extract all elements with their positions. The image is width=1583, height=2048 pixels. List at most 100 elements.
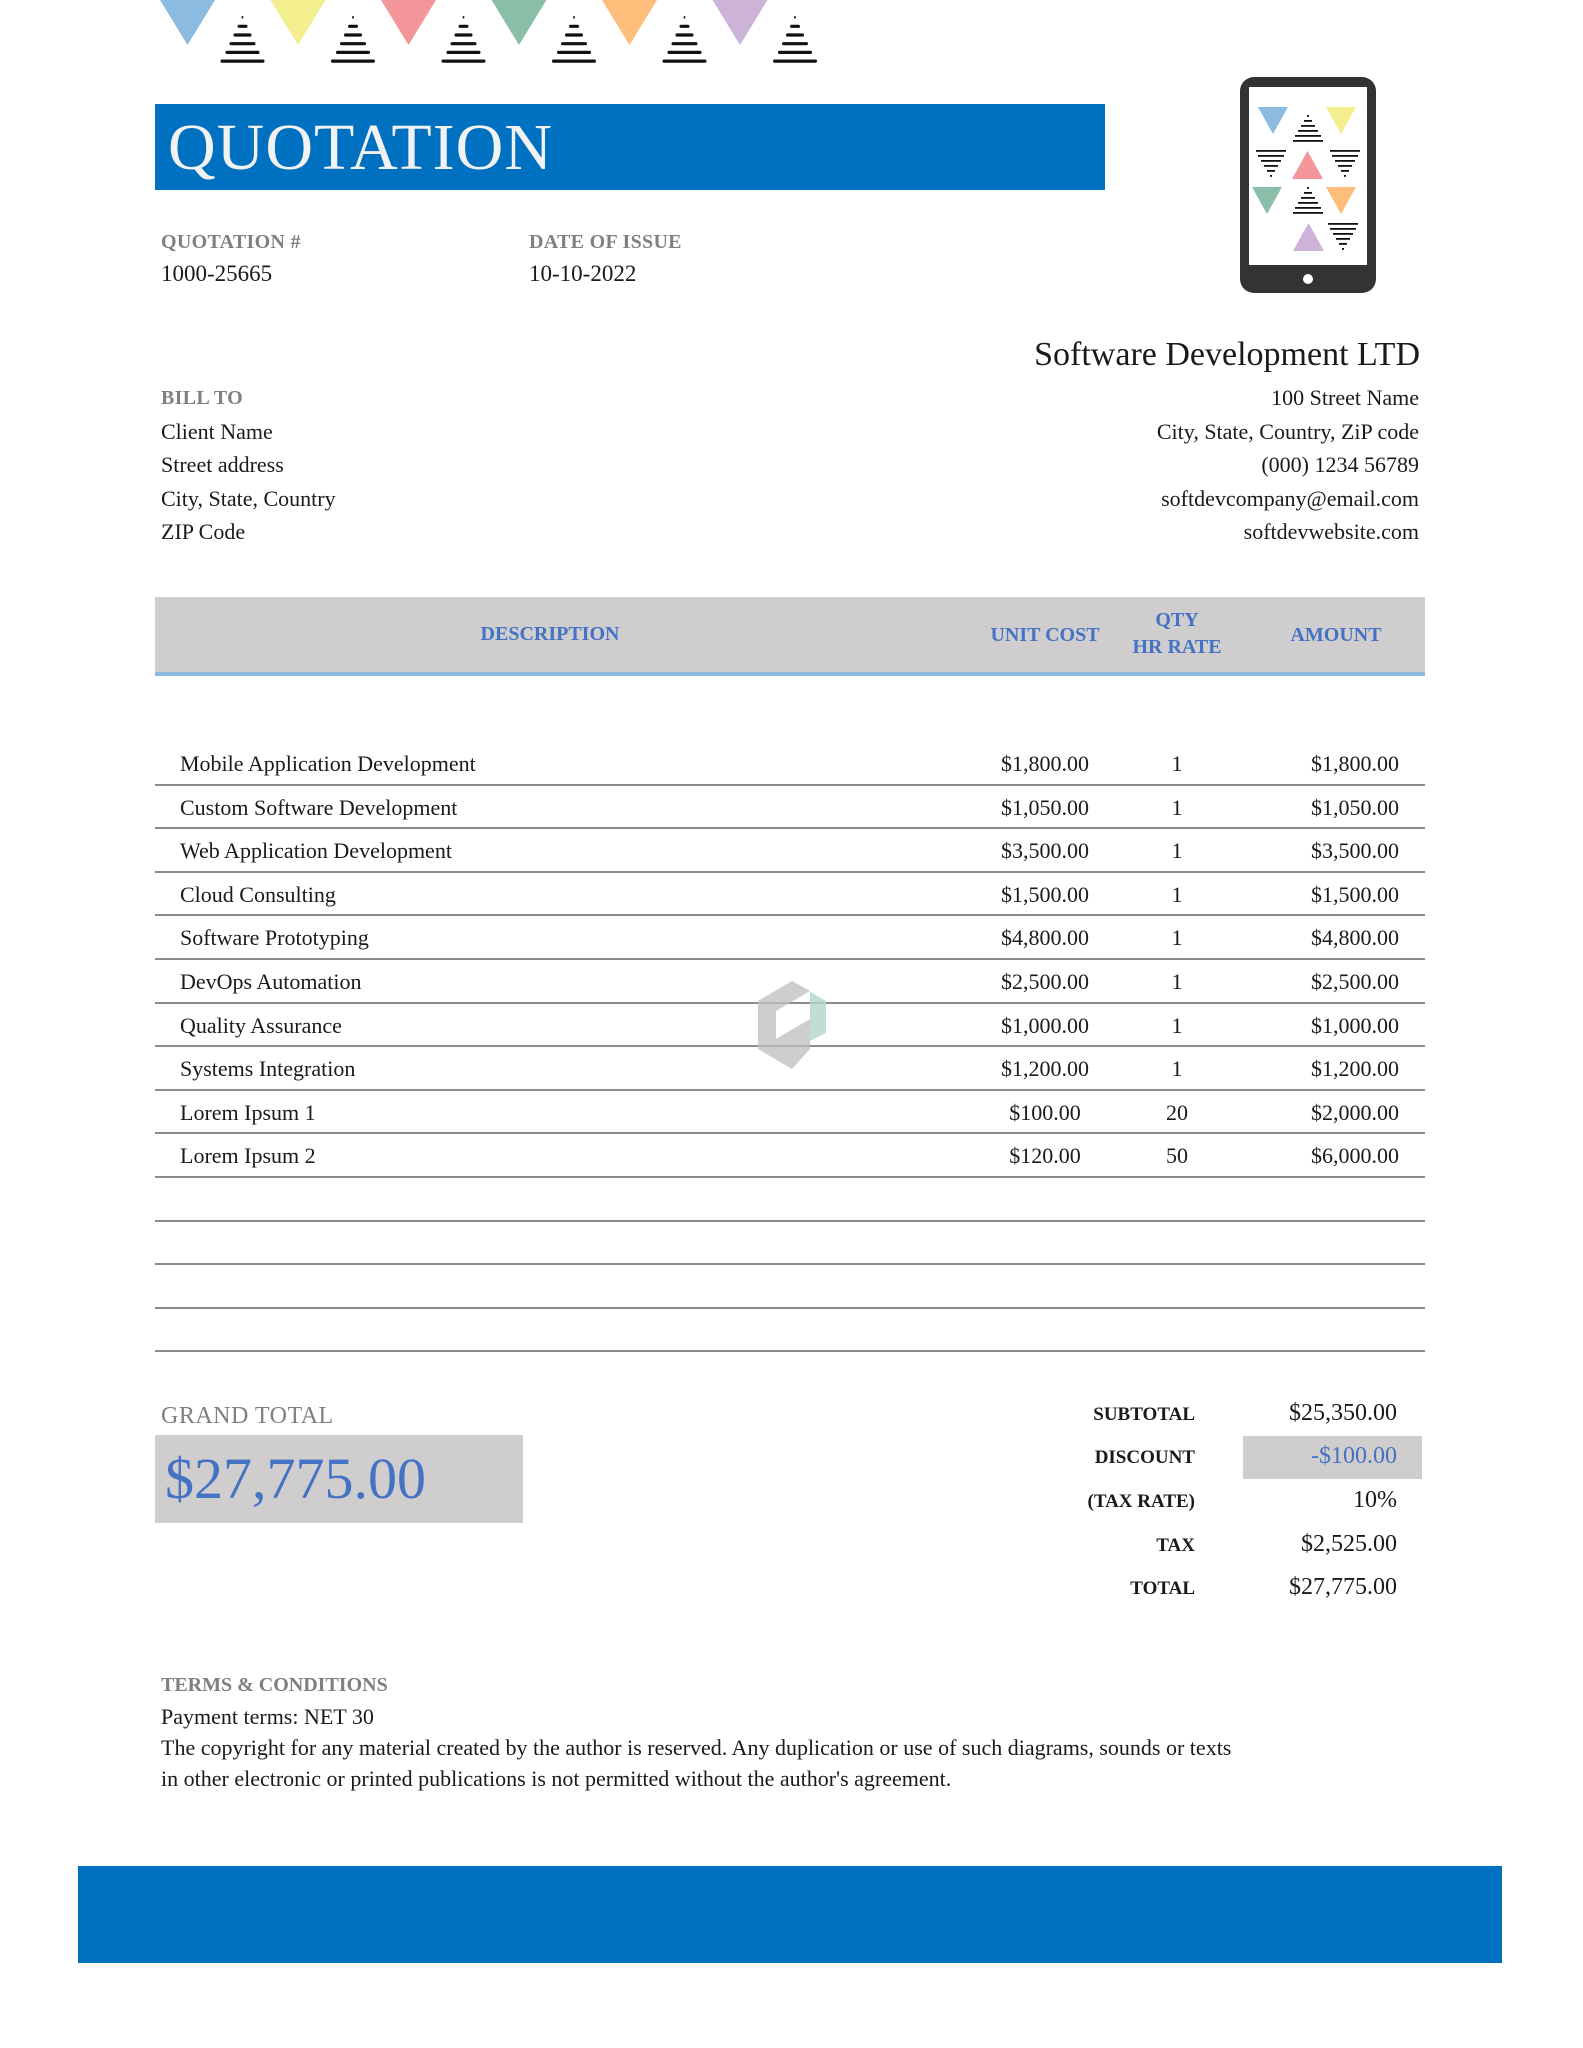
item-amount: $3,500.00 [1311,838,1399,864]
item-qty: 1 [1171,925,1183,951]
item-description: Lorem Ipsum 2 [180,1143,316,1169]
bill-to-label: BILL TO [161,387,243,409]
item-qty: 1 [1171,794,1183,820]
striped-triangle-icon [552,16,596,63]
terms-text-line-1: The copyright for any material created b… [161,1735,1232,1760]
date-of-issue-label: DATE OF ISSUE [529,231,682,253]
item-qty: 1 [1171,969,1183,994]
phone-pattern-stripe [1258,155,1284,157]
item-amount: $1,000.00 [1311,1012,1399,1038]
item-qty: 1 [1171,1056,1183,1082]
item-unit-cost: $120.00 [1009,1143,1081,1169]
phone-pattern-stripe [1304,192,1312,194]
column-header-qty: QTY HR RATE [1117,607,1237,661]
tax-rate-label: (TAX RATE) [1087,1491,1196,1512]
phone-pattern-stripe [1298,202,1318,204]
grand-total-value: $27,775.00 [165,1446,426,1511]
item-qty: 1 [1171,1012,1183,1038]
total-label: TOTAL [1130,1578,1195,1599]
table-row: Cloud Consulting $1,500.00 1 $1,500.00 [155,873,1425,917]
striped-triangle-icon [220,16,265,63]
item-description: Mobile Application Development [180,751,476,776]
phone-pattern-stripe [1341,170,1349,172]
phone-pattern-stripe [1264,165,1278,167]
bunting-flag-icon [270,0,326,45]
page-title: QUOTATION [168,111,553,184]
bill-to-zip: ZIP Code [161,519,246,544]
tax-label: TAX [1156,1535,1195,1556]
watermark-logo-icon [758,981,826,1069]
phone-pattern-stripe [1333,233,1353,235]
item-description: Quality Assurance [180,1012,342,1038]
column-header-amount: AMOUNT [1290,624,1382,646]
payment-terms: Payment terms: NET 30 [161,1704,374,1729]
table-row [155,1222,1425,1266]
column-header-unit-cost: UNIT COST [990,624,1100,646]
phone-pattern-stripe [1293,212,1323,214]
item-description: Cloud Consulting [180,881,336,907]
item-description: DevOps Automation [180,969,362,994]
phone-pattern-stripe [1261,160,1281,162]
tax-value: $2,525.00 [1301,1531,1397,1557]
item-amount: $2,000.00 [1311,1099,1399,1125]
item-unit-cost: $1,500.00 [1001,881,1089,907]
phone-pattern-stripe [1328,223,1358,225]
phone-pattern-stripe [1293,140,1323,142]
quotation-number-label: QUOTATION # [161,231,301,253]
phone-pattern-stripe [1335,160,1355,162]
phone-pattern-stripe [1336,238,1350,240]
item-amount: $1,800.00 [1311,751,1399,776]
table-row [155,1178,1425,1222]
date-of-issue-value: 10-10-2022 [529,261,637,286]
bunting-flag-icon [712,0,768,45]
tax-rate-value: 10% [1353,1487,1397,1513]
item-qty: 1 [1171,838,1183,864]
table-row: Web Application Development $3,500.00 1 $3,… [155,829,1425,873]
title-bar: QUOTATION [155,104,1105,190]
item-description: Web Application Development [180,838,452,864]
bunting-flag-icon [602,0,657,45]
item-amount: $1,500.00 [1311,881,1399,907]
phone-pattern-stripe [1267,170,1275,172]
phone-pattern-stripe [1330,228,1356,230]
phone-pattern-stripe [1301,125,1315,127]
company-phone: (000) 1234 56789 [1261,452,1419,477]
item-unit-cost: $1,800.00 [1001,751,1089,776]
column-header-qty-line1: QTY [1155,609,1199,631]
table-row: Mobile Application Development $1,800.00 1… [155,742,1425,786]
item-amount: $6,000.00 [1311,1143,1399,1169]
grand-total-label: GRAND TOTAL [161,1403,334,1429]
grand-total-box: $27,775.00 [155,1435,523,1523]
company-name: Software Development LTD [1034,336,1420,373]
item-description: Custom Software Development [180,794,458,820]
item-unit-cost: $1,200.00 [1001,1056,1089,1082]
table-header-underline [155,672,1425,676]
phone-pattern-stripe [1338,165,1352,167]
item-unit-cost: $1,000.00 [1001,1012,1089,1038]
phone-pattern-stripe [1344,175,1346,177]
phone-pattern-stripe [1295,135,1321,137]
item-amount: $1,200.00 [1311,1056,1399,1082]
item-description: Systems Integration [180,1056,356,1082]
table-row: Lorem Ipsum 1 $100.00 20 $2,000.00 [155,1091,1425,1135]
phone-pattern-stripe [1330,150,1360,152]
bunting-flag-icon [160,0,215,45]
bunting-flag-icon [381,0,436,45]
table-row: Software Prototyping $4,800.00 1 $4,800.00 [155,916,1425,960]
subtotal-value: $25,350.00 [1289,1400,1397,1426]
terms-label: TERMS & CONDITIONS [161,1674,388,1696]
phone-pattern-stripe [1298,130,1318,132]
item-unit-cost: $1,050.00 [1001,794,1089,820]
table-row: Lorem Ipsum 2 $120.00 50 $6,000.00 [155,1134,1425,1178]
phone-pattern-stripe [1295,207,1321,209]
phone-pattern-stripe [1339,243,1347,245]
company-website: softdevwebsite.com [1243,519,1419,544]
phone-pattern-stripe [1270,175,1272,177]
column-header-description: DESCRIPTION [480,623,620,645]
phone-pattern-stripe [1256,150,1286,152]
striped-triangle-icon [773,16,817,63]
company-email: softdevcompany@email.com [1161,486,1419,511]
quotation-number-value: 1000-25665 [161,261,273,286]
phone-pattern-stripe [1307,187,1309,189]
item-unit-cost: $100.00 [1009,1099,1081,1125]
